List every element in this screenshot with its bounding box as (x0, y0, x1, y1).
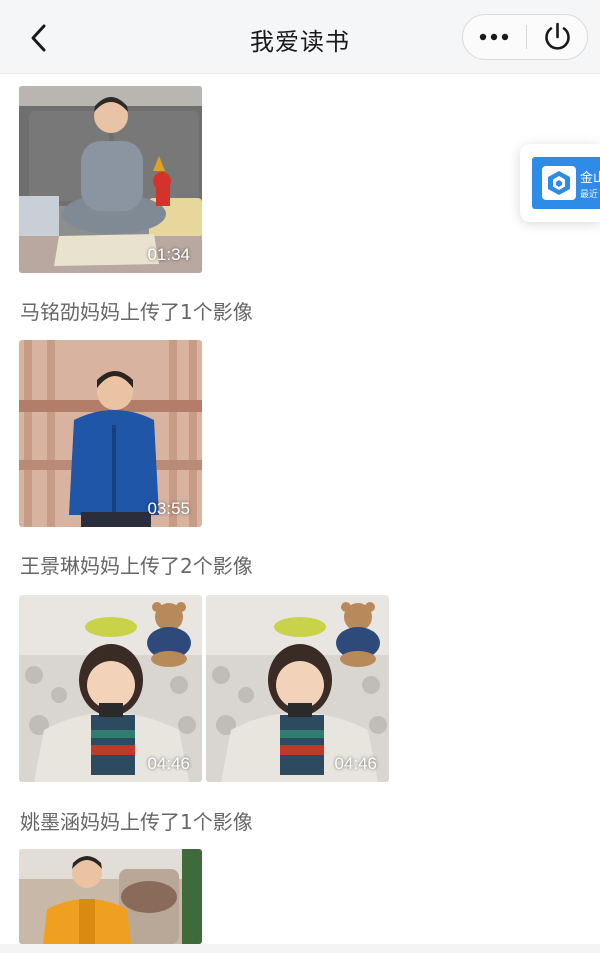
top-navbar: 我爱读书 (0, 0, 600, 74)
video-thumbnail[interactable]: 04:46 (206, 595, 389, 782)
close-button[interactable] (527, 15, 588, 59)
video-thumbnail[interactable]: 04:46 (19, 595, 202, 782)
mini-program-capsule (462, 14, 588, 60)
more-button[interactable] (463, 15, 526, 59)
video-thumbnail[interactable]: 01:34 (19, 86, 202, 273)
floating-card-title: 金山 (580, 171, 600, 186)
floating-shortcut-card[interactable]: 金山 最近 (520, 144, 600, 222)
app-logo-icon (542, 166, 576, 200)
video-duration: 03:55 (147, 499, 190, 518)
video-preview-image (19, 849, 202, 944)
video-duration: 01:34 (147, 245, 190, 264)
floating-card-subtitle: 最近 (580, 190, 599, 200)
floating-card-banner: 金山 最近 (532, 157, 600, 209)
bottom-divider (0, 944, 600, 953)
video-thumbnail[interactable]: 03:55 (19, 340, 202, 527)
upload-caption: 姚墨涵妈妈上传了1个影像 (20, 810, 253, 834)
video-duration: 04:46 (147, 754, 190, 773)
video-thumbnail[interactable] (19, 849, 202, 944)
upload-caption: 王景琳妈妈上传了2个影像 (20, 554, 253, 578)
power-icon (545, 22, 570, 50)
upload-caption: 马铭劭妈妈上传了1个影像 (20, 300, 253, 324)
video-duration: 04:46 (334, 754, 377, 773)
more-dots-icon (479, 33, 509, 41)
